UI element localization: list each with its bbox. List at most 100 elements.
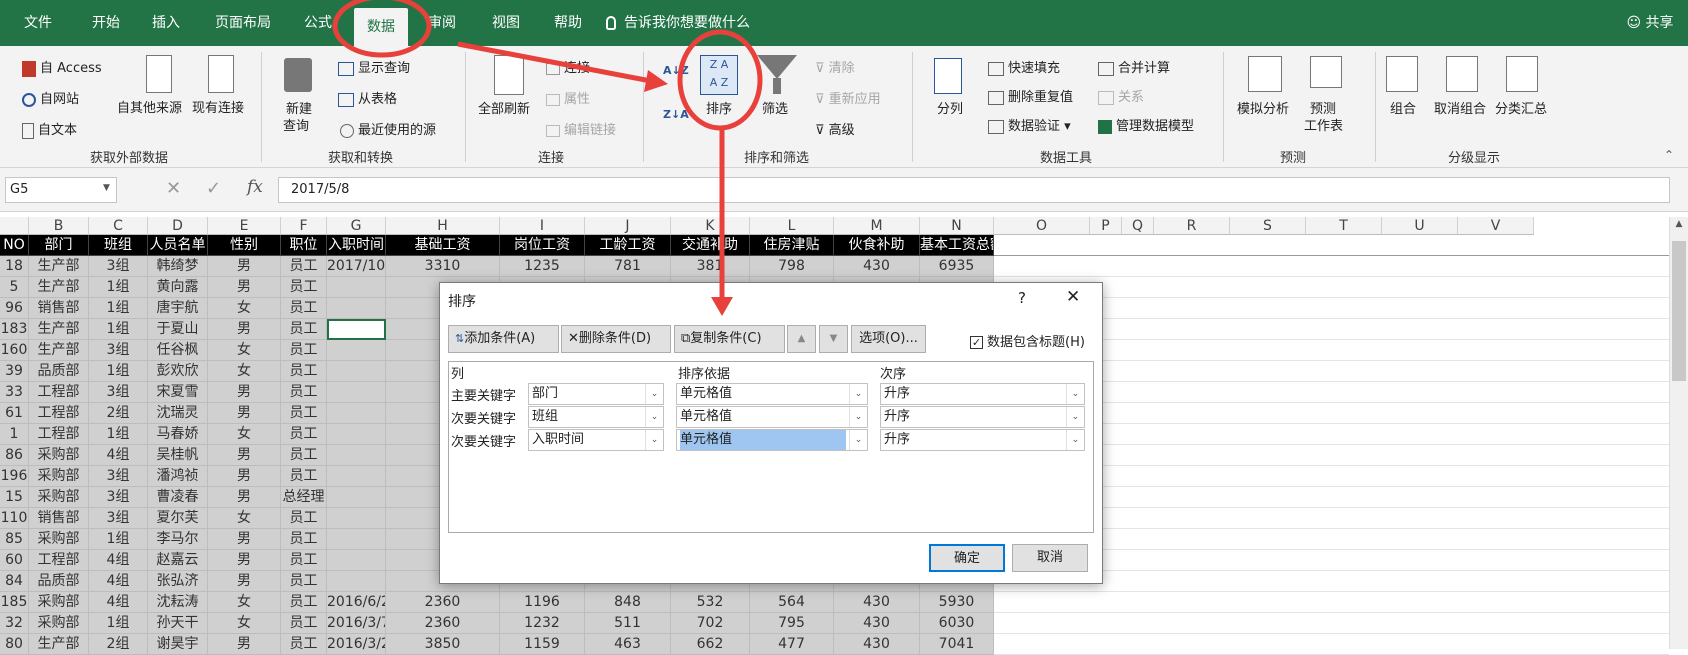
empty-cells[interactable] bbox=[994, 634, 1669, 655]
table-cell[interactable]: 3310 bbox=[386, 256, 500, 277]
chevron-down-icon[interactable]: ⌄ bbox=[645, 430, 663, 450]
table-cell[interactable] bbox=[327, 508, 386, 529]
select-all-corner[interactable] bbox=[0, 217, 29, 235]
table-cell[interactable]: 1159 bbox=[500, 634, 585, 655]
chevron-down-icon[interactable]: ⌄ bbox=[849, 384, 867, 404]
table-cell[interactable]: 女 bbox=[208, 298, 281, 319]
header-cell[interactable]: 交通补助 bbox=[671, 235, 750, 256]
vertical-scrollbar[interactable]: ▲ bbox=[1669, 217, 1688, 649]
table-cell[interactable]: 430 bbox=[834, 592, 920, 613]
column-header-J[interactable]: J bbox=[585, 217, 671, 235]
table-cell[interactable]: 员工 bbox=[281, 382, 327, 403]
table-cell[interactable]: 2360 bbox=[386, 592, 500, 613]
column-select[interactable]: 入职时间 ⌄ bbox=[528, 429, 664, 451]
table-cell[interactable]: 3组 bbox=[89, 508, 148, 529]
header-cell[interactable]: 基础工资 bbox=[386, 235, 500, 256]
column-header-U[interactable]: U bbox=[1382, 217, 1458, 235]
table-cell[interactable]: 品质部 bbox=[29, 361, 89, 382]
table-cell[interactable]: 2016/3/7 bbox=[327, 613, 386, 634]
table-cell[interactable]: 采购部 bbox=[29, 466, 89, 487]
ok-button[interactable]: 确定 bbox=[929, 544, 1005, 572]
column-header-K[interactable]: K bbox=[671, 217, 750, 235]
chevron-down-icon[interactable]: ⌄ bbox=[1066, 430, 1084, 450]
column-header-S[interactable]: S bbox=[1230, 217, 1306, 235]
table-cell[interactable]: 生产部 bbox=[29, 634, 89, 655]
table-cell[interactable]: 生产部 bbox=[29, 277, 89, 298]
table-cell[interactable]: 采购部 bbox=[29, 445, 89, 466]
tab-formulas[interactable]: 公式 bbox=[298, 0, 338, 46]
empty-cells[interactable] bbox=[994, 256, 1669, 277]
table-cell[interactable]: 员工 bbox=[281, 571, 327, 592]
tab-page-layout[interactable]: 页面布局 bbox=[208, 0, 278, 46]
table-cell[interactable]: 6030 bbox=[920, 613, 994, 634]
header-cell[interactable]: 部门 bbox=[29, 235, 89, 256]
table-cell[interactable]: 795 bbox=[750, 613, 834, 634]
table-cell[interactable] bbox=[327, 403, 386, 424]
table-cell[interactable]: 采购部 bbox=[29, 592, 89, 613]
table-cell[interactable]: 196 bbox=[0, 466, 29, 487]
table-cell[interactable]: 于夏山 bbox=[148, 319, 208, 340]
table-cell[interactable]: 工程部 bbox=[29, 382, 89, 403]
table-cell[interactable]: 18 bbox=[0, 256, 29, 277]
share-button[interactable]: ☺ 共享 bbox=[1620, 0, 1680, 46]
edit-links-button[interactable]: 编辑链接 bbox=[546, 119, 616, 138]
tab-view[interactable]: 视图 bbox=[486, 0, 526, 46]
table-cell[interactable]: 430 bbox=[834, 256, 920, 277]
enter-icon[interactable]: ✓ bbox=[206, 178, 221, 199]
tab-home[interactable]: 开始 bbox=[86, 0, 126, 46]
table-cell[interactable]: 85 bbox=[0, 529, 29, 550]
table-cell[interactable] bbox=[327, 277, 386, 298]
table-cell[interactable]: 生产部 bbox=[29, 256, 89, 277]
table-cell[interactable]: 1235 bbox=[500, 256, 585, 277]
table-cell[interactable]: 7041 bbox=[920, 634, 994, 655]
table-cell[interactable] bbox=[327, 550, 386, 571]
column-header-G[interactable]: G bbox=[327, 217, 386, 235]
table-cell[interactable]: 员工 bbox=[281, 529, 327, 550]
table-cell[interactable] bbox=[327, 340, 386, 361]
column-select[interactable]: 部门 ⌄ bbox=[528, 383, 664, 405]
empty-cells[interactable] bbox=[994, 235, 1669, 256]
table-cell[interactable]: 李马尔 bbox=[148, 529, 208, 550]
table-cell[interactable]: 赵嘉云 bbox=[148, 550, 208, 571]
column-header-I[interactable]: I bbox=[500, 217, 585, 235]
properties-button[interactable]: 属性 bbox=[546, 88, 590, 107]
table-cell[interactable]: 韩绮梦 bbox=[148, 256, 208, 277]
column-header-D[interactable]: D bbox=[148, 217, 208, 235]
table-cell[interactable]: 848 bbox=[585, 592, 671, 613]
header-cell[interactable]: 住房津贴 bbox=[750, 235, 834, 256]
group-button[interactable]: 组合 bbox=[1390, 98, 1416, 117]
table-cell[interactable]: 463 bbox=[585, 634, 671, 655]
table-cell[interactable]: 662 bbox=[671, 634, 750, 655]
header-cell[interactable]: 工龄工资 bbox=[585, 235, 671, 256]
tab-data[interactable]: 数据 bbox=[354, 8, 408, 46]
table-cell[interactable]: 564 bbox=[750, 592, 834, 613]
table-cell[interactable]: 60 bbox=[0, 550, 29, 571]
table-cell[interactable]: 员工 bbox=[281, 298, 327, 319]
table-cell[interactable]: 2360 bbox=[386, 613, 500, 634]
options-button[interactable]: 选项(O)... bbox=[851, 325, 926, 353]
function-icon[interactable]: fx bbox=[247, 177, 263, 197]
table-cell[interactable] bbox=[327, 529, 386, 550]
table-cell[interactable]: 女 bbox=[208, 592, 281, 613]
table-cell[interactable] bbox=[327, 466, 386, 487]
table-cell[interactable]: 2组 bbox=[89, 634, 148, 655]
clear-filter-button[interactable]: ⊽ 清除 bbox=[815, 57, 855, 76]
table-cell[interactable]: 5 bbox=[0, 277, 29, 298]
table-cell[interactable]: 2017/10/9 bbox=[327, 256, 386, 277]
from-access-button[interactable]: 自 Access bbox=[22, 57, 102, 77]
table-cell[interactable]: 男 bbox=[208, 634, 281, 655]
header-cell[interactable]: 班组 bbox=[89, 235, 148, 256]
table-cell[interactable]: 86 bbox=[0, 445, 29, 466]
table-cell[interactable]: 男 bbox=[208, 403, 281, 424]
table-cell[interactable]: 1组 bbox=[89, 424, 148, 445]
cancel-icon[interactable]: ✕ bbox=[166, 178, 181, 199]
table-cell[interactable]: 生产部 bbox=[29, 319, 89, 340]
sort-on-select[interactable]: 单元格值 ⌄ bbox=[676, 429, 868, 451]
table-cell[interactable]: 男 bbox=[208, 256, 281, 277]
table-cell[interactable]: 6935 bbox=[920, 256, 994, 277]
table-cell[interactable]: 总经理 bbox=[281, 487, 327, 508]
table-cell[interactable]: 张弘济 bbox=[148, 571, 208, 592]
column-header-Q[interactable]: Q bbox=[1122, 217, 1154, 235]
table-cell[interactable]: 110 bbox=[0, 508, 29, 529]
existing-connections-button[interactable]: 现有连接 bbox=[192, 97, 244, 116]
